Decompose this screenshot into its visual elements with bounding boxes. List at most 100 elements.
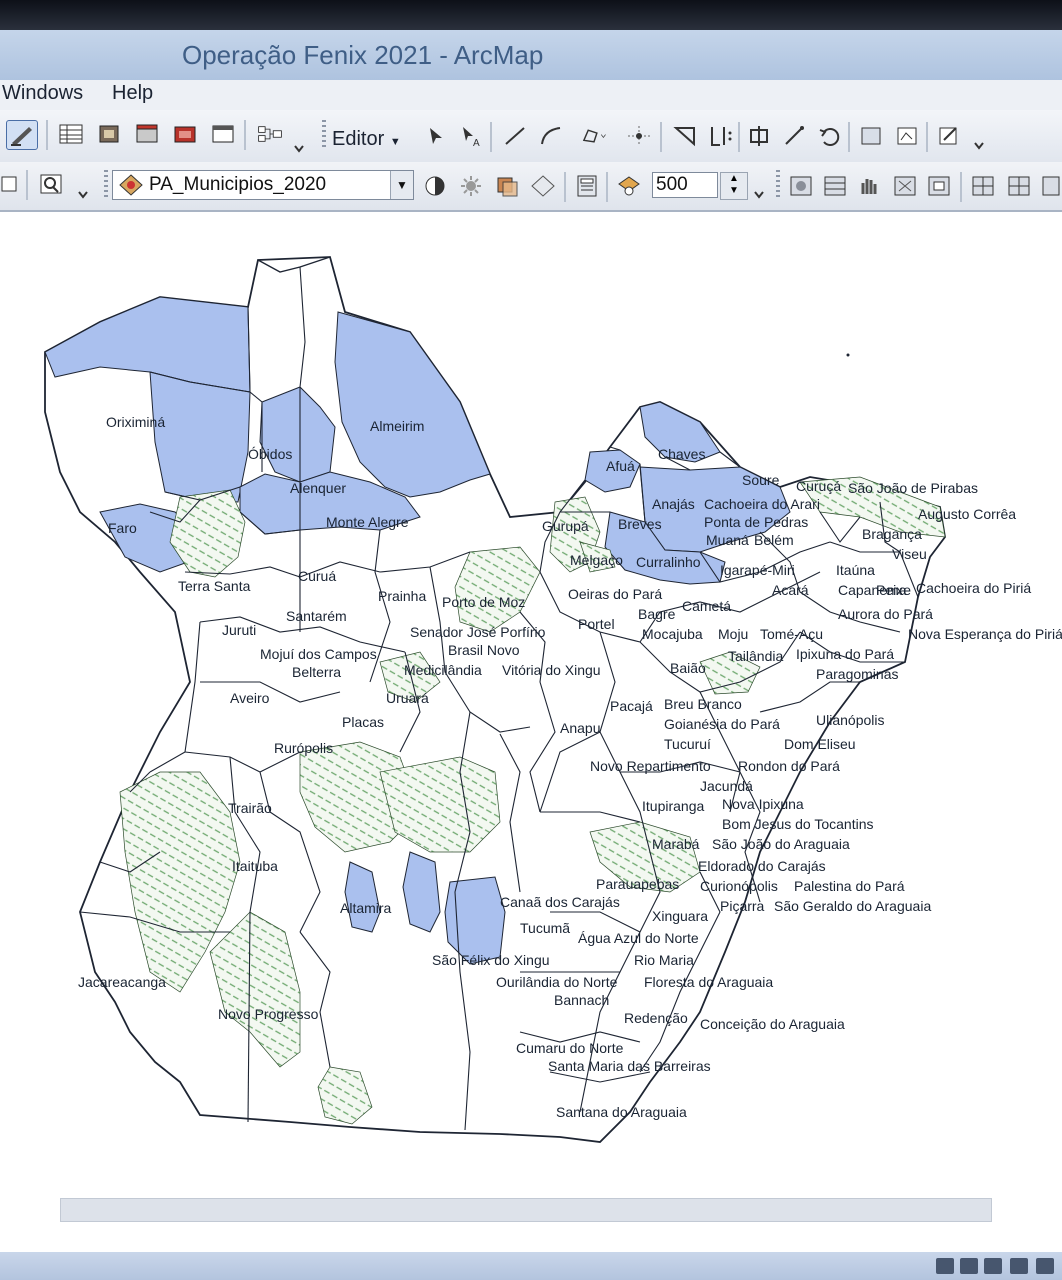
map-label: Cumaru do Norte bbox=[516, 1040, 624, 1056]
map-label: Santana do Araguaia bbox=[556, 1104, 687, 1120]
swipe-button[interactable] bbox=[528, 172, 558, 200]
georef-button-2[interactable] bbox=[820, 172, 850, 200]
edit-annotation-button[interactable]: A bbox=[456, 122, 486, 150]
split-tool-button[interactable] bbox=[744, 122, 774, 150]
map-label: Oeiras do Pará bbox=[568, 586, 663, 602]
map-label: Marabá bbox=[652, 836, 700, 852]
toolbar-overflow-button-4[interactable] bbox=[752, 184, 766, 204]
map-label: Piçarra bbox=[720, 898, 765, 914]
map-label: Água Azul do Norte bbox=[578, 930, 699, 946]
map-label: Alenquer bbox=[290, 480, 347, 496]
toolbar-left-button[interactable] bbox=[0, 170, 20, 198]
toolbar-grip[interactable] bbox=[776, 170, 780, 200]
grid-button-1[interactable] bbox=[968, 172, 998, 200]
scale-input[interactable]: 500 bbox=[652, 172, 718, 198]
tray-icon[interactable] bbox=[984, 1258, 1002, 1274]
toolbar-separator bbox=[26, 170, 28, 200]
create-features-button[interactable] bbox=[934, 122, 964, 150]
attributes-icon bbox=[861, 127, 881, 145]
toolbar-overflow-button[interactable] bbox=[292, 138, 306, 158]
georef-button-5[interactable] bbox=[924, 172, 954, 200]
brightness-button[interactable] bbox=[456, 172, 486, 200]
toolbox-button[interactable] bbox=[132, 120, 162, 148]
map-label: Aurora do Pará bbox=[838, 606, 933, 622]
menu-help[interactable]: Help bbox=[112, 82, 153, 105]
map-label: Jacundá bbox=[700, 778, 753, 794]
map-label: Nova Esperança do Piriá bbox=[908, 626, 1062, 642]
attributes-button[interactable] bbox=[856, 122, 886, 150]
model-builder-button[interactable] bbox=[252, 120, 288, 148]
toolbar-overflow-button-2[interactable] bbox=[972, 134, 986, 156]
edit-tool-button[interactable] bbox=[6, 120, 38, 150]
grid-button-3[interactable] bbox=[1040, 172, 1060, 200]
grid-icon bbox=[1008, 176, 1030, 196]
menu-windows[interactable]: Windows bbox=[2, 82, 83, 105]
toolbox-icon bbox=[136, 124, 158, 143]
catalog-button[interactable] bbox=[94, 120, 124, 148]
edit-tool-button-2[interactable] bbox=[420, 122, 450, 150]
rectify-icon bbox=[928, 176, 950, 196]
tolerance-button[interactable] bbox=[614, 172, 644, 200]
map-label: Augusto Corrêa bbox=[918, 506, 1017, 522]
map-label: Mocajuba bbox=[642, 626, 703, 642]
vertex-tool-button[interactable] bbox=[624, 122, 654, 150]
map-label: Almeirim bbox=[370, 418, 425, 434]
transparency-button[interactable] bbox=[492, 172, 522, 200]
rotate-tool-button[interactable] bbox=[780, 122, 810, 150]
toolbar-grip[interactable] bbox=[322, 120, 326, 150]
zoom-layer-button[interactable] bbox=[36, 170, 66, 198]
georef-button-4[interactable] bbox=[890, 172, 920, 200]
zoom-layer-icon bbox=[40, 174, 62, 194]
chevron-down-icon bbox=[974, 142, 984, 150]
map-label: Viseu bbox=[892, 546, 927, 562]
tray-icon[interactable] bbox=[960, 1258, 978, 1274]
map-label: Senador José Porfírio bbox=[410, 624, 546, 640]
cut-polygons-button[interactable] bbox=[706, 122, 736, 150]
undo-icon bbox=[819, 128, 840, 146]
table-button[interactable] bbox=[56, 120, 86, 148]
editor-label: Editor bbox=[332, 128, 385, 150]
para-municipalities-map[interactable] bbox=[0, 212, 1062, 1252]
map-label: Cachoeira do Piriá bbox=[916, 580, 1032, 596]
grid-button-2[interactable] bbox=[1004, 172, 1034, 200]
console-icon bbox=[212, 125, 234, 143]
map-label: Placas bbox=[342, 714, 385, 730]
map-label: Santarém bbox=[286, 608, 347, 624]
menu-bar: Windows Help bbox=[0, 80, 1062, 110]
arctoolbox-button[interactable] bbox=[170, 120, 200, 148]
chevron-down-icon[interactable]: ▼ bbox=[390, 171, 413, 199]
map-label: Ulianópolis bbox=[816, 712, 885, 728]
tray-icon[interactable] bbox=[1036, 1258, 1054, 1274]
map-label: Goianésia do Pará bbox=[664, 716, 780, 732]
scale-spinner[interactable]: ▲ ▼ bbox=[720, 172, 748, 200]
map-label: Ponta de Pedras bbox=[704, 514, 809, 530]
construction-tools-button[interactable] bbox=[574, 122, 614, 150]
cut-polygon-icon bbox=[711, 127, 732, 146]
map-label: Tucumã bbox=[520, 920, 571, 936]
georef-button-3[interactable] bbox=[854, 172, 884, 200]
map-label: Curralinho bbox=[636, 554, 701, 570]
map-label: Porto de Moz bbox=[442, 594, 526, 610]
layer-dropdown-value: PA_Municipios_2020 bbox=[149, 174, 327, 195]
toolbar-grip[interactable] bbox=[104, 170, 108, 200]
map-label: Oriximiná bbox=[106, 414, 166, 430]
fixed-zoom-button[interactable] bbox=[572, 172, 602, 200]
arc-segment-button[interactable] bbox=[536, 122, 566, 150]
map-label: Aveiro bbox=[230, 690, 270, 706]
tray-icon[interactable] bbox=[1010, 1258, 1028, 1274]
map-label: Eldorado do Carajás bbox=[698, 858, 826, 874]
reshape-tool-button[interactable] bbox=[670, 122, 700, 150]
sketch-properties-button[interactable] bbox=[892, 122, 922, 150]
straight-segment-button[interactable] bbox=[500, 122, 530, 150]
editor-menu-button[interactable]: Editor ▼ bbox=[332, 128, 401, 151]
tray-icon[interactable] bbox=[936, 1258, 954, 1274]
horizontal-scrollbar[interactable] bbox=[60, 1198, 992, 1222]
layer-dropdown[interactable]: PA_Municipios_2020 ▼ bbox=[112, 170, 414, 200]
contrast-button[interactable] bbox=[420, 172, 450, 200]
georef-button-1[interactable] bbox=[786, 172, 816, 200]
python-window-button[interactable] bbox=[208, 120, 238, 148]
map-label: Prainha bbox=[378, 588, 427, 604]
toolbar-overflow-button-3[interactable] bbox=[76, 184, 90, 204]
map-view[interactable]: Oriximiná Óbidos Almeirim Alenquer Monte… bbox=[0, 212, 1062, 1252]
undo-button[interactable] bbox=[814, 122, 844, 150]
